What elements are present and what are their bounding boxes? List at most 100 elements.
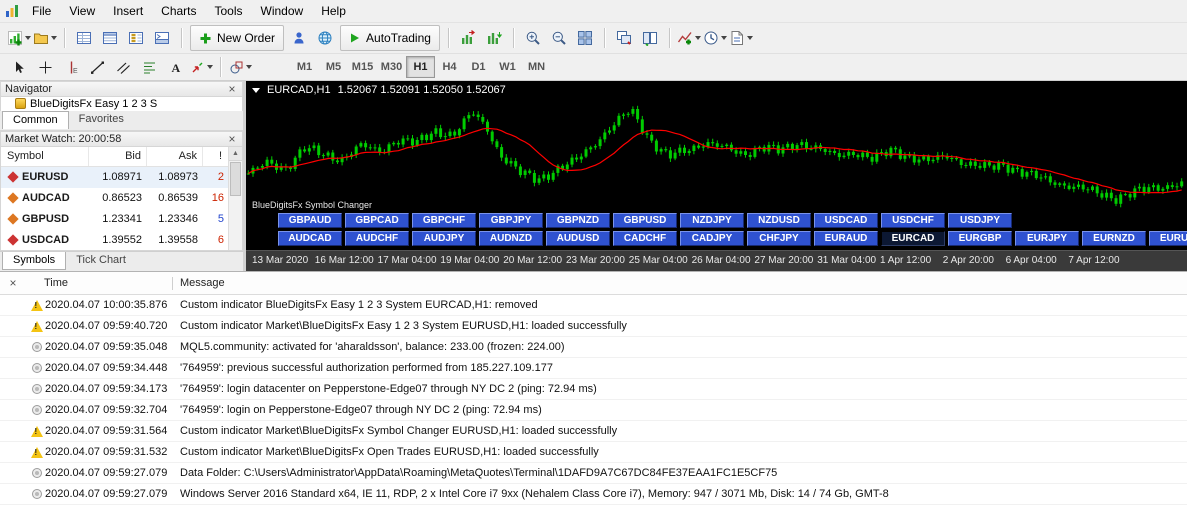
market-watch-toggle[interactable] xyxy=(71,26,97,50)
terminal-column-message[interactable]: Message xyxy=(173,277,225,289)
symbol-button-audnzd[interactable]: AUDNZD xyxy=(479,231,543,246)
timeframe-m15[interactable]: M15 xyxy=(348,56,377,78)
symbol-button-chfjpy[interactable]: CHFJPY xyxy=(747,231,811,246)
terminal-log-row[interactable]: 2020.04.07 10:00:35.876 Custom indicator … xyxy=(0,295,1187,316)
autotrading-button[interactable]: AutoTrading xyxy=(340,25,440,51)
new-order-button[interactable]: New Order xyxy=(190,25,285,51)
symbol-button-gbpaud[interactable]: GBPAUD xyxy=(278,213,342,228)
tab-common[interactable]: Common xyxy=(2,110,69,129)
zoom-out-button[interactable] xyxy=(546,26,572,50)
profiles-button[interactable] xyxy=(32,26,58,50)
symbol-button-gbpusd[interactable]: GBPUSD xyxy=(613,213,677,228)
timeframe-w1[interactable]: W1 xyxy=(493,56,522,78)
tab-symbols[interactable]: Symbols xyxy=(2,251,67,270)
cascade-windows-button[interactable] xyxy=(611,26,637,50)
symbol-button-gbpnzd[interactable]: GBPNZD xyxy=(546,213,610,228)
crosshair-tool[interactable] xyxy=(32,56,58,78)
chart-shift-toggle[interactable] xyxy=(455,26,481,50)
timeframe-d1[interactable]: D1 xyxy=(464,56,493,78)
periods-button[interactable] xyxy=(702,26,728,50)
timeframe-m5[interactable]: M5 xyxy=(319,56,348,78)
menu-item-charts[interactable]: Charts xyxy=(152,1,205,21)
menu-item-insert[interactable]: Insert xyxy=(104,1,152,21)
auto-scroll-toggle[interactable] xyxy=(481,26,507,50)
menu-item-help[interactable]: Help xyxy=(312,1,355,21)
market-watch-row-gbpusd[interactable]: GBPUSD 1.23341 1.23346 5 xyxy=(1,209,242,230)
symbol-button-usdcad[interactable]: USDCAD xyxy=(814,213,878,228)
symbol-button-nzdusd[interactable]: NZDUSD xyxy=(747,213,811,228)
expert-advisors-button[interactable] xyxy=(286,26,312,50)
navigator-toggle[interactable] xyxy=(123,26,149,50)
chart-area[interactable]: EURCAD,H1 1.52067 1.52091 1.52050 1.5206… xyxy=(246,81,1187,271)
arrange-windows-button[interactable] xyxy=(637,26,663,50)
market-watch-row-usdcad[interactable]: USDCAD 1.39552 1.39558 6 xyxy=(1,230,242,250)
terminal-log-row[interactable]: 2020.04.07 09:59:27.079 Data Folder: C:\U… xyxy=(0,463,1187,484)
timeframe-m1[interactable]: M1 xyxy=(290,56,319,78)
tab-tick-chart[interactable]: Tick Chart xyxy=(66,252,136,269)
symbol-button-nzdjpy[interactable]: NZDJPY xyxy=(680,213,744,228)
scrollbar-thumb[interactable] xyxy=(230,161,241,196)
symbol-button-usdchf[interactable]: USDCHF xyxy=(881,213,945,228)
timeframe-mn[interactable]: MN xyxy=(522,56,551,78)
tile-windows-button[interactable] xyxy=(572,26,598,50)
symbol-button-eurcad[interactable]: EURCAD xyxy=(881,231,945,246)
terminal-log-row[interactable]: 2020.04.07 09:59:34.173 '764959': login d… xyxy=(0,379,1187,400)
terminal-log-row[interactable]: 2020.04.07 09:59:31.532 Custom indicator … xyxy=(0,442,1187,463)
column-ask[interactable]: Ask xyxy=(147,146,203,166)
menu-item-file[interactable]: File xyxy=(23,1,60,21)
vertical-line-tool[interactable]: E xyxy=(58,56,84,78)
terminal-log-row[interactable]: 2020.04.07 09:59:35.048 MQL5.community: a… xyxy=(0,337,1187,358)
symbol-button-gbpcad[interactable]: GBPCAD xyxy=(345,213,409,228)
cursor-tool[interactable] xyxy=(6,56,32,78)
terminal-column-time[interactable]: Time xyxy=(26,277,172,289)
column-symbol[interactable]: Symbol xyxy=(1,146,89,166)
symbol-button-eurnzd[interactable]: EURNZD xyxy=(1082,231,1146,246)
scroll-up-icon[interactable] xyxy=(229,146,242,161)
zoom-in-button[interactable] xyxy=(520,26,546,50)
terminal-log-row[interactable]: 2020.04.07 09:59:27.079 Windows Server 20… xyxy=(0,484,1187,505)
terminal-close-icon[interactable] xyxy=(0,276,26,290)
market-watch-close-icon[interactable] xyxy=(226,133,238,145)
arrows-tool[interactable] xyxy=(188,56,214,78)
market-watch-row-audcad[interactable]: AUDCAD 0.86523 0.86539 16 xyxy=(1,188,242,209)
symbol-button-audcad[interactable]: AUDCAD xyxy=(278,231,342,246)
symbol-button-gbpchf[interactable]: GBPCHF xyxy=(412,213,476,228)
symbol-button-cadjpy[interactable]: CADJPY xyxy=(680,231,744,246)
navigator-close-icon[interactable] xyxy=(226,83,238,95)
symbol-button-cadchf[interactable]: CADCHF xyxy=(613,231,677,246)
terminal-log-row[interactable]: 2020.04.07 09:59:31.564 Custom indicator … xyxy=(0,421,1187,442)
navigator-item[interactable]: BlueDigitsFx Easy 1 2 3 S xyxy=(30,98,157,110)
terminal-toggle[interactable] xyxy=(149,26,175,50)
market-watch-scrollbar[interactable] xyxy=(228,146,242,250)
menu-item-tools[interactable]: Tools xyxy=(206,1,252,21)
chart-dropdown-icon[interactable] xyxy=(252,87,260,93)
symbol-button-eurusd[interactable]: EURUSD xyxy=(1149,231,1187,246)
new-chart-button[interactable] xyxy=(6,26,32,50)
symbol-button-audusd[interactable]: AUDUSD xyxy=(546,231,610,246)
terminal-log-row[interactable]: 2020.04.07 09:59:27.079IC Markets MT4 bu… xyxy=(0,505,1187,509)
column-spread[interactable]: ! xyxy=(203,146,229,166)
symbol-button-eurjpy[interactable]: EURJPY xyxy=(1015,231,1079,246)
shapes-tool[interactable] xyxy=(227,56,253,78)
terminal-log-row[interactable]: 2020.04.07 09:59:40.720 Custom indicator … xyxy=(0,316,1187,337)
timeframe-m30[interactable]: M30 xyxy=(377,56,406,78)
symbol-button-audjpy[interactable]: AUDJPY xyxy=(412,231,476,246)
fibonacci-tool[interactable] xyxy=(136,56,162,78)
symbol-button-eurgbp[interactable]: EURGBP xyxy=(948,231,1012,246)
symbol-button-euraud[interactable]: EURAUD xyxy=(814,231,878,246)
community-globe-button[interactable] xyxy=(312,26,338,50)
data-window-toggle[interactable] xyxy=(97,26,123,50)
timeframe-h1[interactable]: H1 xyxy=(406,56,435,78)
templates-button[interactable] xyxy=(728,26,754,50)
column-bid[interactable]: Bid xyxy=(89,146,147,166)
tab-favorites[interactable]: Favorites xyxy=(69,111,134,128)
trendline-tool[interactable] xyxy=(84,56,110,78)
menu-item-view[interactable]: View xyxy=(60,1,104,21)
equidistant-channel-tool[interactable] xyxy=(110,56,136,78)
symbol-button-audchf[interactable]: AUDCHF xyxy=(345,231,409,246)
market-watch-row-eurusd[interactable]: EURUSD 1.08971 1.08973 2 xyxy=(1,166,242,188)
menu-item-window[interactable]: Window xyxy=(252,1,313,21)
symbol-button-usdjpy[interactable]: USDJPY xyxy=(948,213,1012,228)
timeframe-h4[interactable]: H4 xyxy=(435,56,464,78)
text-tool[interactable]: A xyxy=(162,56,188,78)
